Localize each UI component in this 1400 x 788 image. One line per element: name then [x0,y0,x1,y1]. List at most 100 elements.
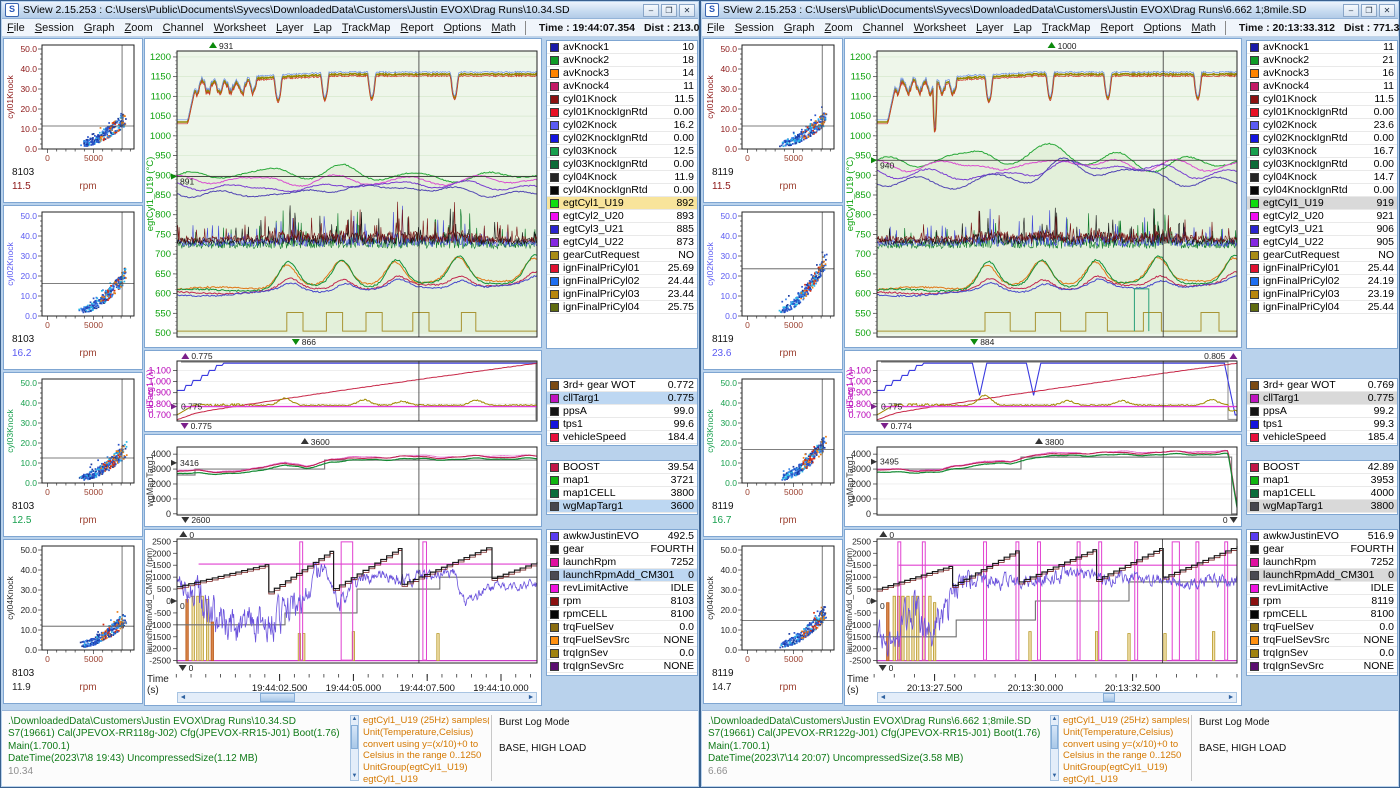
maximize-button[interactable]: ❐ [1361,4,1377,17]
channel-row[interactable]: trqFuelSevSrcNONE [547,634,697,647]
launch-chart[interactable]: 25002000150010005000-500-1000-1500-2000-… [845,530,1241,705]
channel-row[interactable]: launchRpm7252 [1247,556,1397,569]
channel-row[interactable]: ignFinalPriCyl0323.19 [1247,288,1397,301]
channel-row[interactable]: ppsA99.2 [1247,405,1397,418]
channel-row[interactable]: rpmCELL8100 [1247,608,1397,621]
menu-item-file[interactable]: File [702,21,730,35]
knock-scatter-plot-2[interactable]: 50.040.030.020.010.00.005000cyl02Knock81… [704,206,840,368]
knock-scatter-plot-2[interactable]: 50.040.030.020.010.00.005000cyl02Knock81… [4,206,140,368]
minimize-button[interactable]: – [1343,4,1359,17]
channel-row[interactable]: awkwJustinEVO516.9 [1247,530,1397,543]
channel-row[interactable]: cllTarg10.775 [547,392,697,405]
menu-item-graph[interactable]: Graph [79,21,120,35]
channel-row[interactable]: launchRpm7252 [547,556,697,569]
scroll-right-arrow[interactable]: ► [1226,693,1236,702]
channel-row[interactable]: ignFinalPriCyl0224.19 [1247,275,1397,288]
menu-item-zoom[interactable]: Zoom [819,21,857,35]
channel-row[interactable]: 3rd+ gear WOT0.769 [1247,379,1397,392]
channel-row[interactable]: egtCyl1_U19919 [1247,197,1397,210]
channel-row[interactable]: 3rd+ gear WOT0.772 [547,379,697,392]
channel-row[interactable]: BOOST42.89 [1247,461,1397,474]
channel-row[interactable]: cyl02KnockIgnRtd0.00 [547,132,697,145]
channel-row[interactable]: ignFinalPriCyl0125.44 [1247,262,1397,275]
menu-item-channel[interactable]: Channel [158,21,209,35]
channel-row[interactable]: cllTarg10.775 [1247,392,1397,405]
channel-row[interactable]: revLimitActiveIDLE [547,582,697,595]
knock-scatter-plot-1[interactable]: 50.040.030.020.010.00.005000cyl01Knock81… [704,39,840,201]
channel-row[interactable]: gearFOURTH [547,543,697,556]
channel-row[interactable]: trqIgnSev0.0 [1247,647,1397,660]
channel-row[interactable]: avKnock411 [1247,80,1397,93]
knock-scatter-plot-3[interactable]: 50.040.030.020.010.00.005000cyl03Knock81… [4,373,140,535]
scroll-down-arrow[interactable]: ▼ [1051,773,1058,780]
wastegate-chart[interactable]: 01000200030004000wgMapTarg1360034162600 [145,435,541,526]
scroll-thumb[interactable] [1051,725,1058,749]
knock-scatter-plot-4[interactable]: 50.040.030.020.010.00.005000cyl04Knock81… [4,540,140,702]
channel-row[interactable]: cyl01Knock11.5 [1247,93,1397,106]
channel-row[interactable]: gearFOURTH [1247,543,1397,556]
channel-row[interactable]: rpm8103 [547,595,697,608]
channel-row[interactable]: tps199.3 [1247,418,1397,431]
channel-row[interactable]: avKnock218 [547,54,697,67]
channel-info-scrollbar[interactable]: ▲▼ [350,715,359,781]
channel-row[interactable]: ignFinalPriCyl0125.69 [547,262,697,275]
channel-row[interactable]: cyl02KnockIgnRtd0.00 [1247,132,1397,145]
channel-row[interactable]: vehicleSpeed184.4 [547,431,697,444]
scroll-right-arrow[interactable]: ► [526,693,536,702]
channel-row[interactable]: launchRpmAdd_CM3010 [1247,569,1397,582]
channel-row[interactable]: map1CELL3800 [547,487,697,500]
channel-row[interactable]: cyl04KnockIgnRtd0.00 [547,184,697,197]
channel-row[interactable]: avKnock221 [1247,54,1397,67]
channel-row[interactable]: cyl03KnockIgnRtd0.00 [1247,158,1397,171]
channel-row[interactable]: revLimitActiveIDLE [1247,582,1397,595]
channel-row[interactable]: map13953 [1247,474,1397,487]
menu-item-report[interactable]: Report [395,21,438,35]
menu-item-lap[interactable]: Lap [1009,21,1037,35]
channel-row[interactable]: rpm8119 [1247,595,1397,608]
channel-row[interactable]: ignFinalPriCyl0425.44 [1247,301,1397,314]
channel-row[interactable]: avKnock314 [547,67,697,80]
channel-row[interactable]: egtCyl3_U21906 [1247,223,1397,236]
channel-row[interactable]: avKnock111 [1247,41,1397,54]
menu-item-trackmap[interactable]: TrackMap [1037,21,1096,35]
channel-row[interactable]: gearCutRequestNO [1247,249,1397,262]
channel-row[interactable]: trqFuelSev0.0 [547,621,697,634]
scroll-thumb[interactable] [260,693,296,702]
channel-row[interactable]: trqFuelSevSrcNONE [1247,634,1397,647]
lambda-chart[interactable]: 1.1001.0000.9000.8000.700cllTarg1 (λ)0.7… [145,351,541,431]
menu-item-math[interactable]: Math [1186,21,1220,35]
channel-row[interactable]: awkwJustinEVO492.5 [547,530,697,543]
lambda-chart[interactable]: 1.1001.0000.9000.8000.700cllTarg1 (λ)0.8… [845,351,1241,431]
channel-row[interactable]: cyl01KnockIgnRtd0.00 [1247,106,1397,119]
scroll-down-arrow[interactable]: ▼ [351,773,358,780]
egt-chart[interactable]: 5005506006507007508008509009501000105011… [845,39,1241,347]
menu-item-session[interactable]: Session [30,21,79,35]
scroll-thumb[interactable] [351,725,358,749]
channel-row[interactable]: map1CELL4000 [1247,487,1397,500]
menu-item-zoom[interactable]: Zoom [119,21,157,35]
channel-row[interactable]: cyl03Knock12.5 [547,145,697,158]
channel-row[interactable]: cyl01KnockIgnRtd0.00 [547,106,697,119]
title-bar[interactable]: SSView 2.15.253 : C:\Users\Public\Docume… [702,2,1398,19]
close-button[interactable]: ✕ [1379,4,1395,17]
minimize-button[interactable]: – [643,4,659,17]
maximize-button[interactable]: ❐ [661,4,677,17]
scroll-left-arrow[interactable]: ◄ [178,693,188,702]
menu-item-worksheet[interactable]: Worksheet [909,21,971,35]
channel-row[interactable]: trqFuelSev0.0 [1247,621,1397,634]
menu-item-graph[interactable]: Graph [779,21,820,35]
channel-row[interactable]: cyl04Knock11.9 [547,171,697,184]
channel-row[interactable]: egtCyl3_U21885 [547,223,697,236]
channel-row[interactable]: wgMapTarg13600 [547,500,697,513]
scroll-up-arrow[interactable]: ▲ [1051,716,1058,723]
launch-chart[interactable]: 25002000150010005000-500-1000-1500-2000-… [145,530,541,705]
channel-row[interactable]: cyl04KnockIgnRtd0.00 [1247,184,1397,197]
channel-row[interactable]: cyl03KnockIgnRtd0.00 [547,158,697,171]
knock-scatter-plot-1[interactable]: 50.040.030.020.010.00.005000cyl01Knock81… [4,39,140,201]
channel-row[interactable]: rpmCELL8100 [547,608,697,621]
channel-row[interactable]: cyl04Knock14.7 [1247,171,1397,184]
channel-row[interactable]: trqIgnSevSrcNONE [547,660,697,673]
channel-row[interactable]: cyl02Knock23.6 [1247,119,1397,132]
menu-item-options[interactable]: Options [438,21,486,35]
channel-row[interactable]: avKnock316 [1247,67,1397,80]
